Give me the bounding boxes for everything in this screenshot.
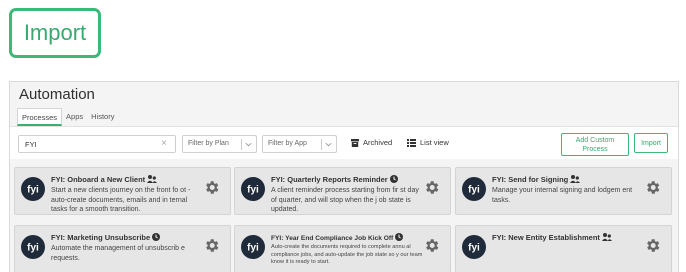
card-title: FYI: Marketing Unsubscribe xyxy=(51,233,161,242)
select-separator xyxy=(241,139,242,150)
card-title: FYI: Onboard a New Client xyxy=(51,175,158,184)
search-value: FYI xyxy=(25,140,37,149)
gear-icon[interactable] xyxy=(644,179,661,196)
gear-icon[interactable] xyxy=(203,179,220,196)
card-description: Automate the management of unsubscrib e … xyxy=(51,245,185,262)
fyi-logo-icon: fyi xyxy=(21,235,45,259)
list-view-toggle[interactable]: List view xyxy=(407,138,449,147)
svg-text:fyi: fyi xyxy=(468,243,480,254)
user-group-icon xyxy=(570,175,581,183)
user-group-icon xyxy=(601,233,612,241)
process-card[interactable]: fyi FYI: Quarterly Reports Reminder A cl… xyxy=(234,167,451,215)
card-title: FYI: Year End Compliance Job Kick Off xyxy=(271,233,404,242)
fyi-logo-icon: fyi xyxy=(462,177,486,201)
gear-icon[interactable] xyxy=(423,237,440,254)
svg-text:fyi: fyi xyxy=(468,185,480,196)
import-button[interactable]: Import xyxy=(634,133,668,153)
process-card[interactable]: fyi FYI: Marketing Unsubscribe Automate … xyxy=(14,225,231,272)
fyi-logo-icon: fyi xyxy=(241,235,265,259)
svg-text:fyi: fyi xyxy=(27,243,39,254)
tab-history[interactable]: History xyxy=(87,108,118,126)
user-group-icon xyxy=(147,175,158,183)
card-description: Manage your internal signing and lodgem … xyxy=(492,187,633,204)
svg-text:fyi: fyi xyxy=(247,243,259,254)
card-title: FYI: New Entity Establishment xyxy=(492,233,612,242)
card-description: A client reminder process starting from … xyxy=(271,187,419,213)
clock-icon xyxy=(152,233,161,241)
card-description: Start a new clients journey on the front… xyxy=(51,187,191,213)
process-card[interactable]: fyi FYI: Send for Signing Manage your in… xyxy=(455,167,672,215)
tab-processes[interactable]: Processes xyxy=(17,108,63,126)
archived-toggle[interactable]: Archived xyxy=(351,138,392,147)
card-description: Auto-create the documents required to co… xyxy=(271,244,423,265)
gear-icon[interactable] xyxy=(423,179,440,196)
fyi-logo-icon: fyi xyxy=(241,177,265,201)
add-custom-process-button[interactable]: Add Custom Process xyxy=(561,133,629,156)
tab-bar: Processes Apps History xyxy=(17,108,118,126)
process-card[interactable]: fyi FYI: Year End Compliance Job Kick Of… xyxy=(234,225,451,272)
svg-text:fyi: fyi xyxy=(27,185,39,196)
archive-icon xyxy=(351,138,359,147)
clock-icon xyxy=(395,233,404,241)
toolbar: FYI × Filter by Plan Filter by App Archi… xyxy=(10,126,678,159)
process-card[interactable]: fyi FYI: Onboard a New Client Start a ne… xyxy=(14,167,231,215)
filter-by-plan-placeholder: Filter by Plan xyxy=(188,140,229,147)
chevron-down-icon xyxy=(325,142,332,147)
archived-label: Archived xyxy=(363,138,393,147)
list-icon xyxy=(407,138,416,147)
import-button-large[interactable]: Import xyxy=(9,8,101,58)
fyi-logo-icon: fyi xyxy=(21,177,45,201)
gear-icon[interactable] xyxy=(203,237,220,254)
filter-by-app-select[interactable]: Filter by App xyxy=(262,135,337,153)
select-separator xyxy=(321,139,322,150)
clock-icon xyxy=(389,175,398,183)
fyi-logo-icon: fyi xyxy=(462,235,486,259)
search-input[interactable]: FYI × xyxy=(18,135,176,153)
page-title: Automation xyxy=(19,86,95,103)
filter-by-plan-select[interactable]: Filter by Plan xyxy=(182,135,257,153)
gear-icon[interactable] xyxy=(644,237,661,254)
card-title: FYI: Quarterly Reports Reminder xyxy=(271,175,398,184)
card-title: FYI: Send for Signing xyxy=(492,175,581,184)
tab-apps[interactable]: Apps xyxy=(62,108,87,126)
svg-text:fyi: fyi xyxy=(247,185,259,196)
list-view-label: List view xyxy=(420,138,449,147)
process-card[interactable]: fyi FYI: New Entity Establishment xyxy=(455,225,672,272)
chevron-down-icon xyxy=(245,142,252,147)
clear-search-icon[interactable]: × xyxy=(161,138,167,149)
filter-by-app-placeholder: Filter by App xyxy=(268,140,307,147)
